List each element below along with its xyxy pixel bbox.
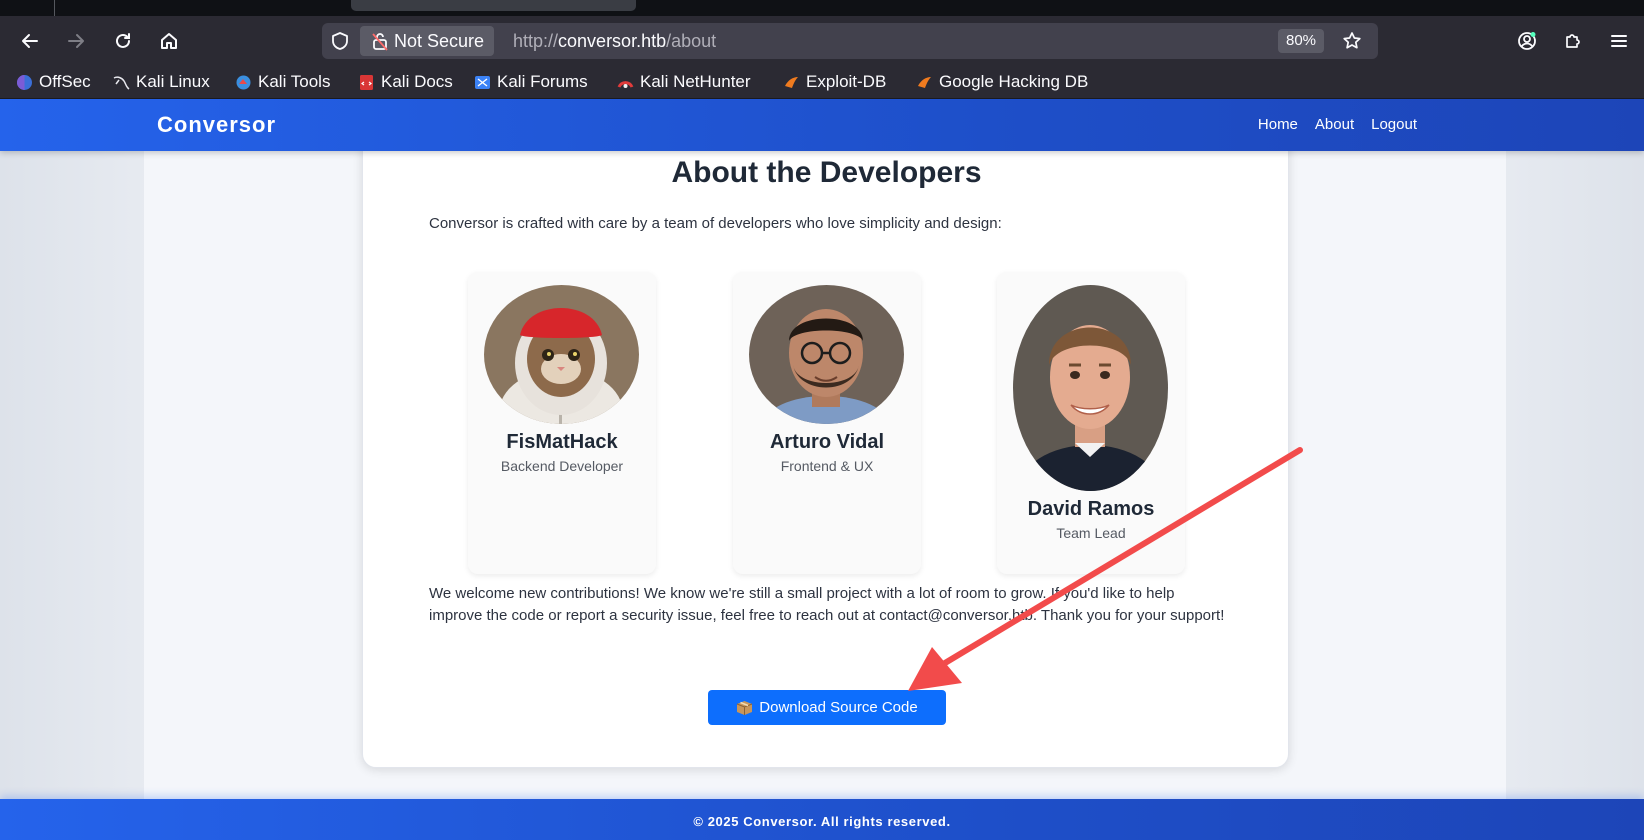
nav-logout-link[interactable]: Logout — [1371, 99, 1417, 151]
shield-icon[interactable] — [330, 31, 350, 51]
developer-avatar — [1013, 285, 1168, 491]
arrow-left-icon — [22, 34, 38, 48]
bookmark-offsec[interactable]: OffSec — [16, 69, 91, 95]
bookmark-kali-tools[interactable]: Kali Tools — [235, 69, 330, 95]
developer-role: Team Lead — [1056, 525, 1126, 541]
about-card: About the Developers Conversor is crafte… — [362, 109, 1289, 768]
puzzle-icon — [1566, 34, 1580, 48]
bookmark-label: OffSec — [39, 72, 91, 91]
account-button[interactable] — [1511, 25, 1543, 57]
download-source-button[interactable]: Download Source Code — [708, 690, 946, 725]
package-icon — [737, 701, 753, 715]
kali-tools-icon — [236, 75, 251, 89]
developer-role: Frontend & UX — [780, 458, 874, 474]
bookmark-label: Kali Linux — [136, 72, 210, 91]
reload-button[interactable] — [107, 25, 139, 57]
site-footer: © 2025 Conversor. All rights reserved. — [0, 799, 1644, 840]
developer-avatar — [749, 285, 904, 424]
nav-home-link[interactable]: Home — [1258, 99, 1298, 151]
bookmark-label: Exploit-DB — [806, 72, 887, 91]
tab-strip — [0, 0, 1644, 16]
bookmark-label: Kali NetHunter — [640, 72, 751, 91]
bookmark-kali-nethunter[interactable]: Kali NetHunter — [617, 69, 751, 95]
developer-card: FisMatHack Backend Developer — [468, 272, 656, 574]
url-text[interactable]: http://conversor.htb/about — [513, 23, 716, 59]
nav-about-link[interactable]: About — [1315, 99, 1354, 151]
not-secure-badge[interactable]: Not Secure — [360, 26, 495, 56]
developer-card: Arturo Vidal Frontend & UX — [733, 272, 921, 574]
url-bar[interactable]: Not Secure http://conversor.htb/about 80… — [322, 23, 1378, 59]
extensions-button[interactable] — [1557, 25, 1589, 57]
kali-docs-icon — [360, 74, 373, 90]
arrow-right-icon — [68, 34, 84, 48]
kali-dragon-icon — [113, 75, 130, 90]
bookmark-label: Google Hacking DB — [939, 72, 1089, 91]
broken-lock-icon — [372, 33, 388, 51]
bookmark-exploit-db[interactable]: Exploit-DB — [783, 69, 886, 95]
download-label: Download Source Code — [759, 699, 918, 716]
forward-button[interactable] — [60, 25, 92, 57]
developer-role: Backend Developer — [500, 458, 624, 474]
bookmark-kali-linux[interactable]: Kali Linux — [113, 69, 210, 95]
url-scheme: http:// — [513, 31, 559, 51]
developer-name: FisMatHack — [506, 431, 618, 453]
site-nav: Home About Logout — [1258, 99, 1417, 151]
home-button[interactable] — [153, 25, 185, 57]
menu-button[interactable] — [1603, 25, 1635, 57]
browser-toolbar: Not Secure http://conversor.htb/about 80… — [0, 16, 1644, 66]
page-title: About the Developers — [671, 156, 982, 189]
tab-separator — [54, 0, 55, 16]
developer-card: David Ramos Team Lead — [997, 272, 1185, 574]
site-header: Conversor Home About Logout — [0, 99, 1644, 151]
back-button[interactable] — [14, 25, 46, 57]
hamburger-icon — [1611, 35, 1627, 47]
star-icon[interactable] — [1342, 31, 1362, 51]
intro-text: Conversor is crafted with care by a team… — [429, 215, 1002, 232]
active-tab[interactable] — [351, 0, 636, 11]
ghdb-icon — [918, 76, 931, 88]
bookmark-kali-docs[interactable]: Kali Docs — [358, 69, 453, 95]
nethunter-icon — [617, 80, 634, 88]
kali-forums-icon — [475, 75, 490, 89]
offsec-icon — [17, 74, 32, 90]
url-path: /about — [666, 31, 717, 51]
zoom-level-button[interactable]: 80% — [1278, 29, 1325, 53]
exploit-db-icon — [785, 76, 798, 88]
developer-name: David Ramos — [1027, 498, 1155, 520]
bookmark-kali-forums[interactable]: Kali Forums — [474, 69, 588, 95]
developer-avatar — [484, 285, 639, 424]
reload-icon — [116, 33, 130, 48]
bookmark-google-hacking-db[interactable]: Google Hacking DB — [916, 69, 1088, 95]
bookmark-label: Kali Tools — [258, 72, 331, 91]
site-brand[interactable]: Conversor — [157, 99, 276, 151]
bookmarks-toolbar: OffSec Kali Linux Kali Tools Kali Docs K… — [0, 66, 1644, 99]
page-viewport: Conversor Home About Logout About the De… — [0, 99, 1644, 840]
url-host: conversor.htb — [558, 31, 667, 51]
not-secure-label: Not Secure — [394, 31, 485, 51]
home-icon — [161, 33, 177, 49]
contribution-text: We welcome new contributions! We know we… — [429, 585, 1225, 624]
bookmark-label: Kali Docs — [381, 72, 453, 91]
developer-name: Arturo Vidal — [769, 431, 885, 453]
bookmark-label: Kali Forums — [497, 72, 588, 91]
account-icon — [1518, 32, 1536, 50]
